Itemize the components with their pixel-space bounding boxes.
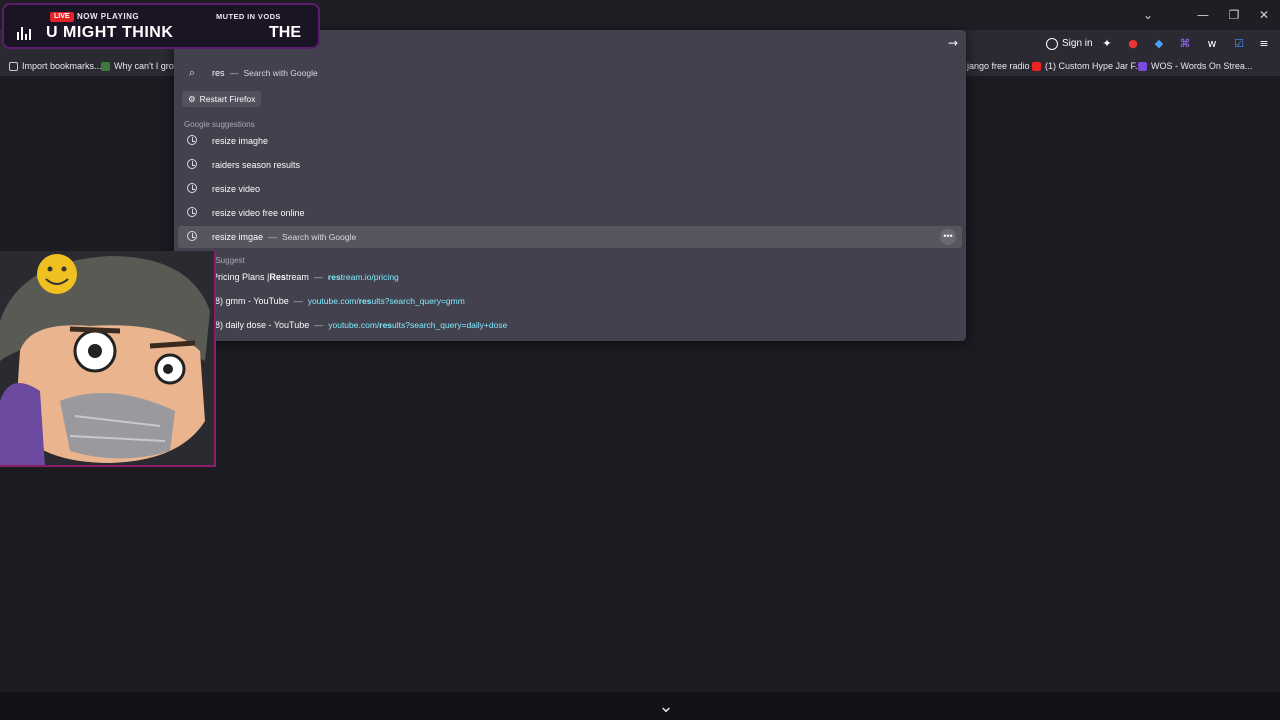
bookmark-jango[interactable]: jango free radio xyxy=(967,61,1030,71)
bookmark-wos[interactable]: WOS - Words On Strea... xyxy=(1138,61,1252,71)
sign-in-button[interactable]: Sign in xyxy=(1046,35,1093,53)
history-url: youtube.com/results?search_query=gmm xyxy=(307,296,465,306)
now-playing-label: NOW PLAYING xyxy=(77,12,140,21)
restart-label: Restart Firefox xyxy=(199,94,256,104)
equalizer-icon xyxy=(17,26,31,40)
bookmark-label: (1) Custom Hype Jar F... xyxy=(1045,61,1143,71)
search-query-text: res xyxy=(212,68,225,78)
bookmark-label: Why can't I grow xyxy=(114,61,181,71)
suggestion-row[interactable]: resize imaghe xyxy=(178,130,962,152)
history-row[interactable]: Pricing Plans | Res tream — restream.io/p… xyxy=(178,266,962,288)
cartoon-avatar-image xyxy=(0,251,214,465)
suggestion-suffix: Search with Google xyxy=(282,232,357,242)
song-title: U MIGHT THINK xyxy=(46,24,174,41)
streamer-avatar xyxy=(0,251,216,467)
go-arrow-icon[interactable]: → xyxy=(948,36,958,50)
extension-blue-icon[interactable]: ◆ xyxy=(1150,35,1168,53)
bookmark-custom-hype-jar[interactable]: (1) Custom Hype Jar F... xyxy=(1032,61,1143,71)
extension-check-icon[interactable]: ☑ xyxy=(1230,35,1248,53)
suggestion-row[interactable]: raiders season results xyxy=(178,154,962,176)
suggestion-row-selected[interactable]: resize imgae — Search with Google ••• xyxy=(178,226,962,248)
suggestion-text: resize video xyxy=(212,184,261,194)
history-url: restream.io/pricing xyxy=(327,272,399,282)
youtube-icon xyxy=(1032,61,1041,71)
history-title-rest: tream xyxy=(285,272,309,282)
history-title: Pricing Plans | xyxy=(212,272,270,282)
history-clock-icon xyxy=(187,206,197,217)
restore-button[interactable]: ❐ xyxy=(1226,7,1242,23)
song-title-continued: THE xyxy=(269,24,301,41)
history-title: (8) gmm - YouTube xyxy=(212,296,289,306)
history-title: (8) daily dose - YouTube xyxy=(212,320,310,330)
extension-w-icon[interactable]: w xyxy=(1203,35,1221,53)
history-title-match: Res xyxy=(269,272,286,282)
chevron-down-icon[interactable]: ⌄ xyxy=(652,696,680,718)
extension-purple-icon[interactable]: ⌘ xyxy=(1176,35,1194,53)
ublock-icon[interactable]: ● xyxy=(1124,35,1142,53)
now-playing-overlay: LIVE NOW PLAYING MUTED IN VODS U MIGHT T… xyxy=(2,3,320,49)
restart-firefox-button[interactable]: ⚙ Restart Firefox xyxy=(182,91,262,107)
history-row[interactable]: (8) daily dose - YouTube — youtube.com/r… xyxy=(178,314,962,336)
more-options-button[interactable]: ••• xyxy=(940,229,956,245)
history-url: youtube.com/results?search_query=daily+d… xyxy=(328,320,508,330)
history-clock-icon xyxy=(187,134,197,145)
bookmark-label: jango free radio xyxy=(967,61,1030,71)
history-clock-icon xyxy=(187,230,197,241)
search-result-row[interactable]: ⌕ res — Search with Google xyxy=(178,62,962,84)
bookmark-import[interactable]: Import bookmarks... xyxy=(9,61,102,71)
live-badge: LIVE xyxy=(50,12,74,22)
bookmark-label: WOS - Words On Strea... xyxy=(1151,61,1253,71)
history-row[interactable]: (8) gmm - YouTube — youtube.com/results?… xyxy=(178,290,962,312)
bookmark-label: Import bookmarks... xyxy=(22,61,102,71)
extensions-icon[interactable]: ✦ xyxy=(1098,35,1116,53)
gear-icon: ⚙ xyxy=(188,93,196,104)
bottom-media-strip xyxy=(0,692,1280,720)
search-icon: ⌕ xyxy=(188,66,196,79)
suggestion-text: resize imgae xyxy=(212,232,264,242)
search-suffix: Search with Google xyxy=(243,68,318,78)
bookmark-why-cant-i-grow[interactable]: Why can't I grow xyxy=(101,61,180,71)
wos-icon xyxy=(1138,61,1147,71)
minimize-button[interactable]: — xyxy=(1195,7,1211,23)
list-all-tabs-icon[interactable]: ⌄ xyxy=(1140,7,1156,23)
suggestion-row[interactable]: resize video xyxy=(178,178,962,200)
suggestion-text: raiders season results xyxy=(212,160,301,170)
urlbar-dropdown: → ⌕ res — Search with Google ⚙ Restart F… xyxy=(174,30,966,341)
close-button[interactable]: ✕ xyxy=(1256,7,1272,23)
history-clock-icon xyxy=(187,182,197,193)
suggestion-text: resize imaghe xyxy=(212,136,269,146)
history-clock-icon xyxy=(187,158,197,169)
import-icon xyxy=(9,61,18,71)
muted-in-vods-label: MUTED IN VODS xyxy=(216,12,281,21)
suggestion-text: resize video free online xyxy=(212,208,305,218)
google-suggestions-label: Google suggestions xyxy=(184,120,255,129)
sign-in-label: Sign in xyxy=(1062,38,1093,49)
hamburger-menu-icon[interactable]: ≡ xyxy=(1255,35,1273,53)
account-icon xyxy=(1046,38,1058,50)
suggestion-row[interactable]: resize video free online xyxy=(178,202,962,224)
leaf-icon xyxy=(101,61,110,71)
